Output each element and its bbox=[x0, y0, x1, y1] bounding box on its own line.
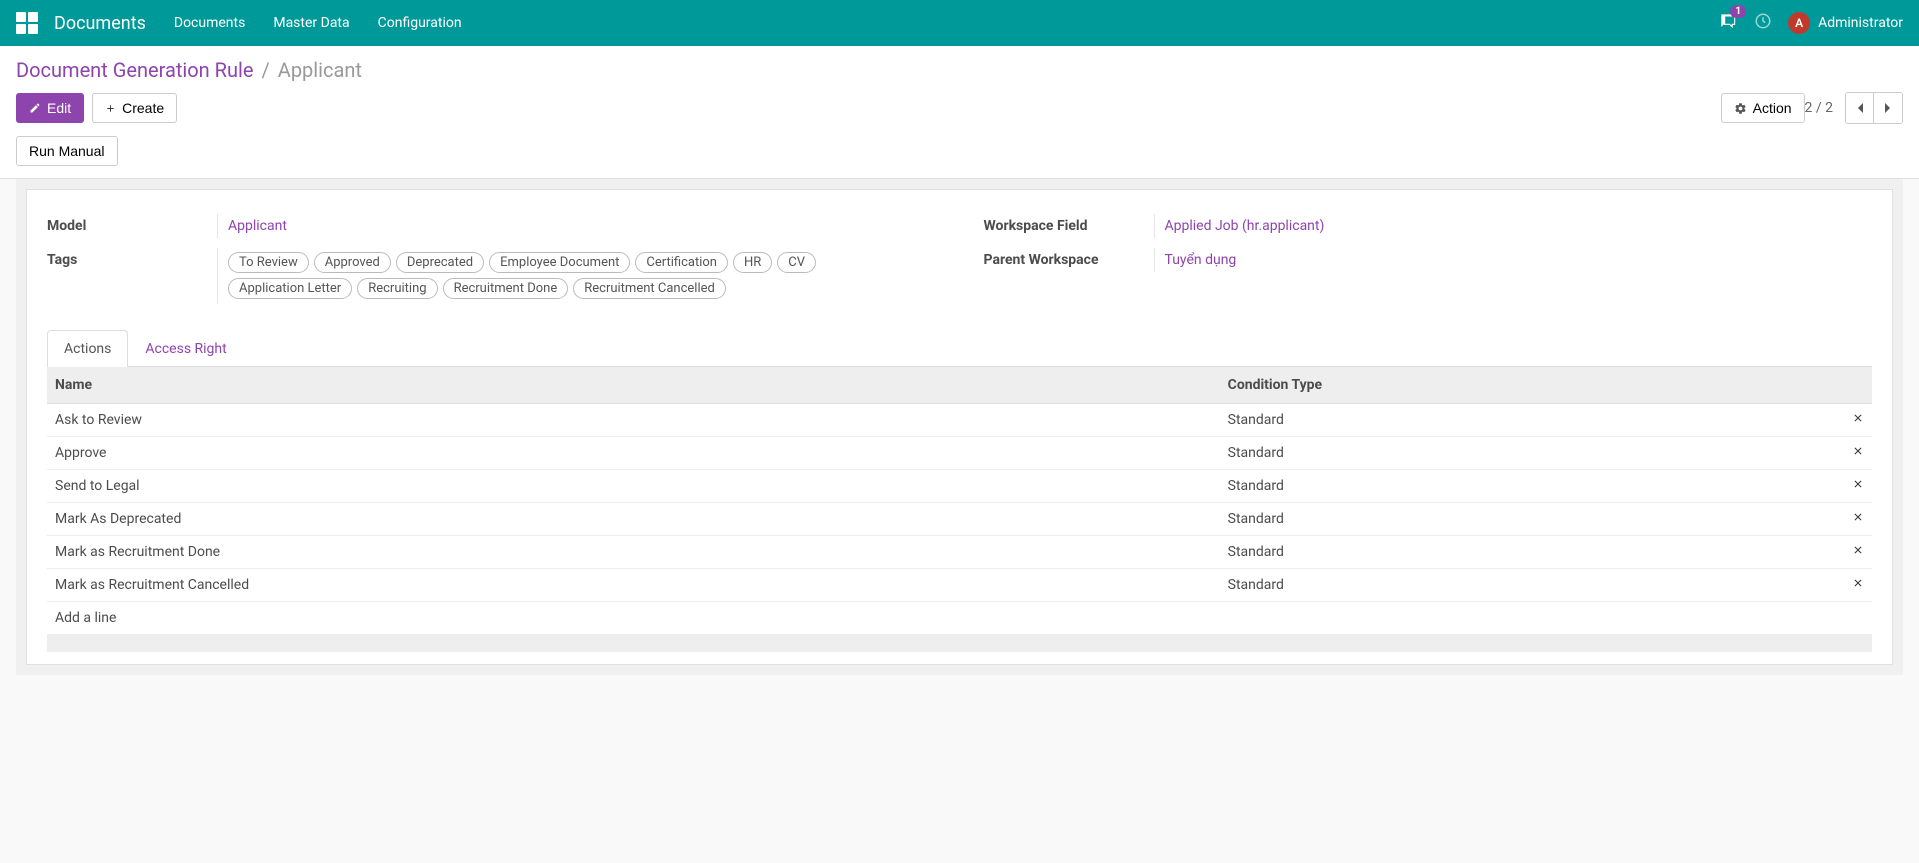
tag-pill[interactable]: CV bbox=[777, 252, 816, 273]
edit-button[interactable]: Edit bbox=[16, 93, 84, 123]
row-name: Mark as Recruitment Cancelled bbox=[47, 569, 1220, 602]
model-label: Model bbox=[47, 214, 217, 234]
tab-access-right[interactable]: Access Right bbox=[128, 330, 243, 367]
parent-workspace-value[interactable]: Tuyển dụng bbox=[1165, 252, 1237, 268]
row-condition: Standard bbox=[1220, 569, 1836, 602]
tags-label: Tags bbox=[47, 248, 217, 268]
run-manual-button[interactable]: Run Manual bbox=[16, 136, 118, 166]
col-condition-type[interactable]: Condition Type bbox=[1220, 367, 1836, 404]
add-line-row[interactable]: Add a line bbox=[47, 602, 1872, 635]
control-panel: Document Generation Rule / Applicant Edi… bbox=[0, 46, 1919, 179]
row-delete[interactable] bbox=[1836, 404, 1872, 437]
add-line-label: Add a line bbox=[47, 602, 1872, 635]
user-menu[interactable]: A Administrator bbox=[1788, 12, 1903, 34]
activity-icon[interactable] bbox=[1754, 12, 1772, 34]
col-name[interactable]: Name bbox=[47, 367, 1220, 404]
avatar: A bbox=[1788, 12, 1810, 34]
app-title[interactable]: Documents bbox=[54, 13, 146, 34]
gear-icon bbox=[1734, 102, 1747, 115]
tabs: Actions Access Right bbox=[47, 329, 1872, 367]
row-condition: Standard bbox=[1220, 404, 1836, 437]
close-icon bbox=[1852, 445, 1864, 457]
nav-link-documents[interactable]: Documents bbox=[174, 15, 245, 31]
tag-pill[interactable]: Certification bbox=[635, 252, 728, 273]
plus-icon bbox=[105, 103, 116, 114]
model-value[interactable]: Applicant bbox=[228, 218, 287, 234]
pager bbox=[1845, 92, 1903, 124]
row-condition: Standard bbox=[1220, 437, 1836, 470]
tag-pill[interactable]: Approved bbox=[314, 252, 391, 273]
close-icon bbox=[1852, 577, 1864, 589]
apps-icon[interactable] bbox=[16, 12, 38, 34]
close-icon bbox=[1852, 478, 1864, 490]
chevron-left-icon bbox=[1856, 102, 1864, 114]
table-row[interactable]: Ask to ReviewStandard bbox=[47, 404, 1872, 437]
row-condition: Standard bbox=[1220, 470, 1836, 503]
action-button[interactable]: Action bbox=[1721, 93, 1805, 123]
tag-pill[interactable]: Employee Document bbox=[489, 252, 630, 273]
parent-workspace-label: Parent Workspace bbox=[984, 248, 1154, 268]
pager-prev-button[interactable] bbox=[1846, 93, 1874, 123]
chevron-right-icon bbox=[1884, 102, 1892, 114]
close-icon bbox=[1852, 511, 1864, 523]
table-row[interactable]: Mark as Recruitment CancelledStandard bbox=[47, 569, 1872, 602]
pencil-icon bbox=[29, 102, 41, 114]
pager-text[interactable]: 2 / 2 bbox=[1805, 100, 1833, 116]
tag-pill[interactable]: Recruitment Done bbox=[443, 278, 569, 299]
table-row[interactable]: Mark As DeprecatedStandard bbox=[47, 503, 1872, 536]
close-icon bbox=[1852, 412, 1864, 424]
row-condition: Standard bbox=[1220, 536, 1836, 569]
create-button[interactable]: Create bbox=[92, 93, 177, 123]
form-sheet: Model Applicant Tags To ReviewApprovedDe… bbox=[26, 189, 1893, 665]
edit-label: Edit bbox=[47, 100, 71, 116]
row-name: Ask to Review bbox=[47, 404, 1220, 437]
nav-menu: Documents Master Data Configuration bbox=[174, 15, 462, 31]
actions-table: Name Condition Type Ask to ReviewStandar… bbox=[47, 367, 1872, 652]
pager-next-button[interactable] bbox=[1874, 93, 1902, 123]
tags-list: To ReviewApprovedDeprecatedEmployee Docu… bbox=[228, 252, 936, 299]
chat-icon bbox=[1718, 19, 1738, 35]
nav-link-configuration[interactable]: Configuration bbox=[378, 15, 462, 31]
breadcrumb-parent[interactable]: Document Generation Rule bbox=[16, 58, 254, 82]
messaging-button[interactable]: 1 bbox=[1718, 11, 1738, 35]
action-label: Action bbox=[1753, 100, 1792, 116]
nav-link-master-data[interactable]: Master Data bbox=[273, 15, 349, 31]
tag-pill[interactable]: HR bbox=[733, 252, 772, 273]
workspace-field-label: Workspace Field bbox=[984, 214, 1154, 234]
row-delete[interactable] bbox=[1836, 503, 1872, 536]
tag-pill[interactable]: Application Letter bbox=[228, 278, 352, 299]
close-icon bbox=[1852, 544, 1864, 556]
row-condition: Standard bbox=[1220, 503, 1836, 536]
breadcrumb: Document Generation Rule / Applicant bbox=[16, 58, 1903, 82]
table-row[interactable]: Send to LegalStandard bbox=[47, 470, 1872, 503]
row-delete[interactable] bbox=[1836, 437, 1872, 470]
row-name: Mark as Recruitment Done bbox=[47, 536, 1220, 569]
messaging-badge: 1 bbox=[1730, 5, 1746, 18]
workspace-field-value[interactable]: Applied Job (hr.applicant) bbox=[1165, 218, 1325, 234]
top-navbar: Documents Documents Master Data Configur… bbox=[0, 0, 1919, 46]
tag-pill[interactable]: Recruiting bbox=[357, 278, 437, 299]
row-name: Approve bbox=[47, 437, 1220, 470]
run-manual-label: Run Manual bbox=[29, 143, 105, 159]
row-delete[interactable] bbox=[1836, 470, 1872, 503]
tag-pill[interactable]: Deprecated bbox=[396, 252, 484, 273]
table-row[interactable]: ApproveStandard bbox=[47, 437, 1872, 470]
user-name: Administrator bbox=[1818, 15, 1903, 31]
tag-pill[interactable]: Recruitment Cancelled bbox=[573, 278, 726, 299]
row-delete[interactable] bbox=[1836, 569, 1872, 602]
row-name: Send to Legal bbox=[47, 470, 1220, 503]
create-label: Create bbox=[122, 100, 164, 116]
row-delete[interactable] bbox=[1836, 536, 1872, 569]
table-row[interactable]: Mark as Recruitment DoneStandard bbox=[47, 536, 1872, 569]
breadcrumb-sep: / bbox=[262, 58, 270, 82]
tag-pill[interactable]: To Review bbox=[228, 252, 309, 273]
breadcrumb-current: Applicant bbox=[278, 58, 362, 82]
row-name: Mark As Deprecated bbox=[47, 503, 1220, 536]
tab-actions[interactable]: Actions bbox=[47, 330, 128, 367]
